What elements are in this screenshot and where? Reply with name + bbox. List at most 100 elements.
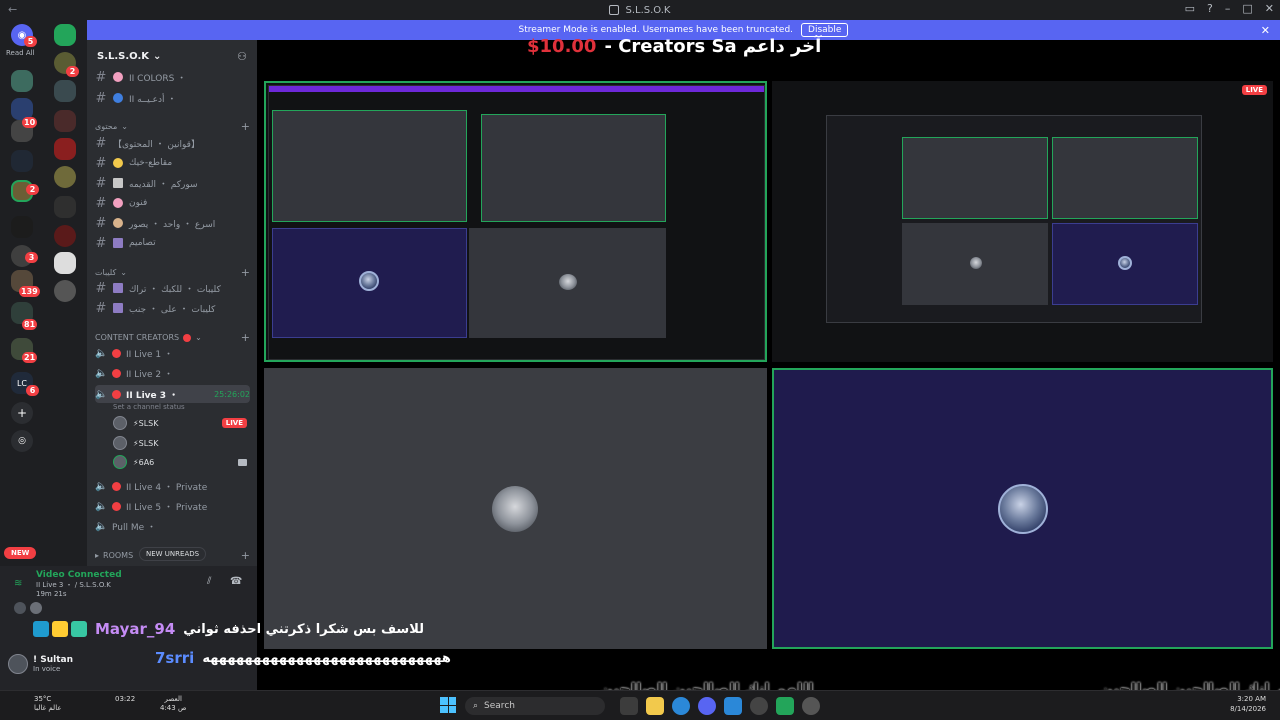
close-button[interactable]: ✕: [1265, 2, 1274, 15]
channel-label: كليبات ・ للكبك ・ تراك: [129, 284, 221, 295]
speaker-icon: 🔈: [95, 367, 108, 379]
add-channel-icon[interactable]: +: [241, 549, 250, 562]
category-header[interactable]: محتوى ⌄ +: [95, 120, 250, 133]
hash-icon: #: [95, 195, 107, 211]
cat-avatar: [492, 486, 538, 532]
disconnect-icon[interactable]: ☎: [230, 576, 242, 587]
channel-item[interactable]: # مقاطع-خيك: [95, 154, 250, 172]
server-badge: 2: [66, 66, 79, 77]
stream-tile[interactable]: LIVE: [772, 81, 1273, 362]
user-panel[interactable]: ! Sultan In voice: [8, 654, 73, 674]
live-badge: LIVE: [1241, 85, 1267, 95]
app-icon[interactable]: [750, 697, 768, 715]
server-icon[interactable]: [54, 80, 76, 102]
app-icon[interactable]: [776, 697, 794, 715]
prayer-widget[interactable]: 03:22: [115, 695, 135, 704]
server-icon[interactable]: [11, 150, 33, 172]
crown-icon: [52, 621, 68, 637]
voice-channel[interactable]: 🔈 II Live 1 ・: [95, 344, 250, 362]
server-icon[interactable]: [54, 225, 76, 247]
voice-user[interactable]: ⚡SLSK LIVE: [113, 414, 247, 432]
server-icon[interactable]: [11, 216, 33, 238]
back-arrow-icon[interactable]: ←: [8, 3, 17, 16]
stream-tile[interactable]: [264, 81, 767, 362]
help-icon[interactable]: ?: [1207, 2, 1213, 15]
server-icon[interactable]: [54, 280, 76, 302]
signal-icon[interactable]: ≋: [14, 578, 22, 589]
voice-user[interactable]: ⚡6A6: [113, 453, 247, 471]
hash-icon: #: [95, 175, 107, 191]
channel-item[interactable]: # اسرع ・ واحد ・ يصور: [95, 214, 250, 232]
server-icon[interactable]: [54, 110, 76, 132]
voice-channel-active[interactable]: 🔈 II Live 3 ・ 25:26:02: [95, 385, 250, 403]
voice-channel-path[interactable]: II Live 3 ・ / S.L.S.O.K: [36, 580, 111, 590]
category-header[interactable]: كليبات ⌄ +: [95, 266, 250, 279]
avatar: [559, 274, 577, 290]
voice-channel[interactable]: 🔈 II Live 2 ・: [95, 364, 250, 382]
server-badge: 3: [25, 252, 38, 263]
stream-tile[interactable]: [264, 368, 767, 649]
add-member-icon[interactable]: ⚇: [237, 50, 247, 63]
weather-widget[interactable]: 35°C عالم غالبا: [34, 695, 62, 713]
channel-item[interactable]: # سوركم ・ القديمه: [95, 174, 250, 192]
file-explorer-icon[interactable]: [646, 697, 664, 715]
server-icon[interactable]: [11, 70, 33, 92]
camera-icon: [238, 458, 247, 466]
add-channel-icon[interactable]: +: [241, 266, 250, 279]
task-view-icon[interactable]: [620, 697, 638, 715]
new-unreads-pill[interactable]: NEW UNREADS: [139, 547, 207, 561]
store-icon[interactable]: [724, 697, 742, 715]
close-banner-icon[interactable]: ✕: [1261, 24, 1270, 37]
voice-channel[interactable]: 🔈 II Live 5 ・ Private: [95, 497, 250, 515]
server-badge: 10: [22, 117, 38, 128]
add-channel-icon[interactable]: +: [241, 331, 250, 344]
taskbar-search[interactable]: ⌕ Search: [465, 697, 605, 715]
edge-icon[interactable]: [672, 697, 690, 715]
user-name: ! Sultan: [33, 655, 73, 665]
channel-item[interactable]: # كليبات ・ على ・ جنب: [95, 299, 250, 317]
voice-user[interactable]: ⚡SLSK: [113, 434, 247, 452]
server-badge: 2: [26, 184, 39, 195]
channel-item[interactable]: # تصاميم: [95, 234, 250, 252]
voice-status[interactable]: Video Connected: [36, 570, 122, 580]
inbox-icon[interactable]: ▭: [1185, 2, 1195, 15]
folder-icon[interactable]: [54, 24, 76, 46]
server-icon[interactable]: [54, 166, 76, 188]
channel-status-prompt[interactable]: Set a channel status: [113, 403, 185, 411]
stream-tile[interactable]: [772, 368, 1273, 649]
read-all-button[interactable]: Read All: [6, 49, 35, 57]
server-icon[interactable]: [54, 196, 76, 218]
clock-time: 3:20 AM: [1237, 695, 1266, 703]
speaker-icon: 🔈: [95, 480, 108, 492]
voice-channel[interactable]: 🔈 Pull Me ・: [95, 517, 250, 535]
windows-start-icon[interactable]: [440, 697, 456, 713]
explore-icon[interactable]: ◎: [11, 430, 33, 452]
obs-icon[interactable]: [802, 697, 820, 715]
category-header[interactable]: CONTENT CREATORS ⌄ +: [95, 331, 250, 344]
prayer-widget[interactable]: العصر 4:43 ص: [160, 695, 186, 713]
add-server-icon[interactable]: +: [11, 402, 33, 424]
channel-item[interactable]: # II COLORS ・: [95, 68, 250, 86]
chat-message: 7srri ههههههههههههههههههههههههههههه: [155, 649, 451, 667]
channel-item[interactable]: # II أدعـيــه ・: [95, 89, 250, 107]
discord-icon[interactable]: [698, 697, 716, 715]
chat-text: ههههههههههههههههههههههههههههه: [202, 650, 451, 666]
add-channel-icon[interactable]: +: [241, 120, 250, 133]
disable-button[interactable]: Disable: [801, 23, 849, 37]
emoji-icon: [113, 198, 123, 208]
voice-channel[interactable]: 🔈 II Live 4 ・ Private: [95, 477, 250, 495]
maximize-button[interactable]: □: [1242, 2, 1252, 15]
system-clock[interactable]: 3:20 AM 8/14/2026: [1230, 694, 1266, 714]
server-icon[interactable]: [54, 252, 76, 274]
search-label: Search: [484, 701, 515, 711]
server-icon[interactable]: [54, 138, 76, 160]
nested-tile: [1052, 137, 1198, 219]
badge-icon: [71, 621, 87, 637]
channel-item[interactable]: # 【قوانين ・ المحتوى】: [95, 134, 250, 152]
noise-suppression-icon[interactable]: ⫽: [207, 576, 211, 587]
speaker-icon: 🔈: [95, 500, 108, 512]
minimize-button[interactable]: –: [1225, 2, 1231, 15]
new-pill[interactable]: NEW: [4, 547, 37, 559]
channel-item[interactable]: # كليبات ・ للكبك ・ تراك: [95, 279, 250, 297]
channel-item[interactable]: # فنون: [95, 194, 250, 212]
